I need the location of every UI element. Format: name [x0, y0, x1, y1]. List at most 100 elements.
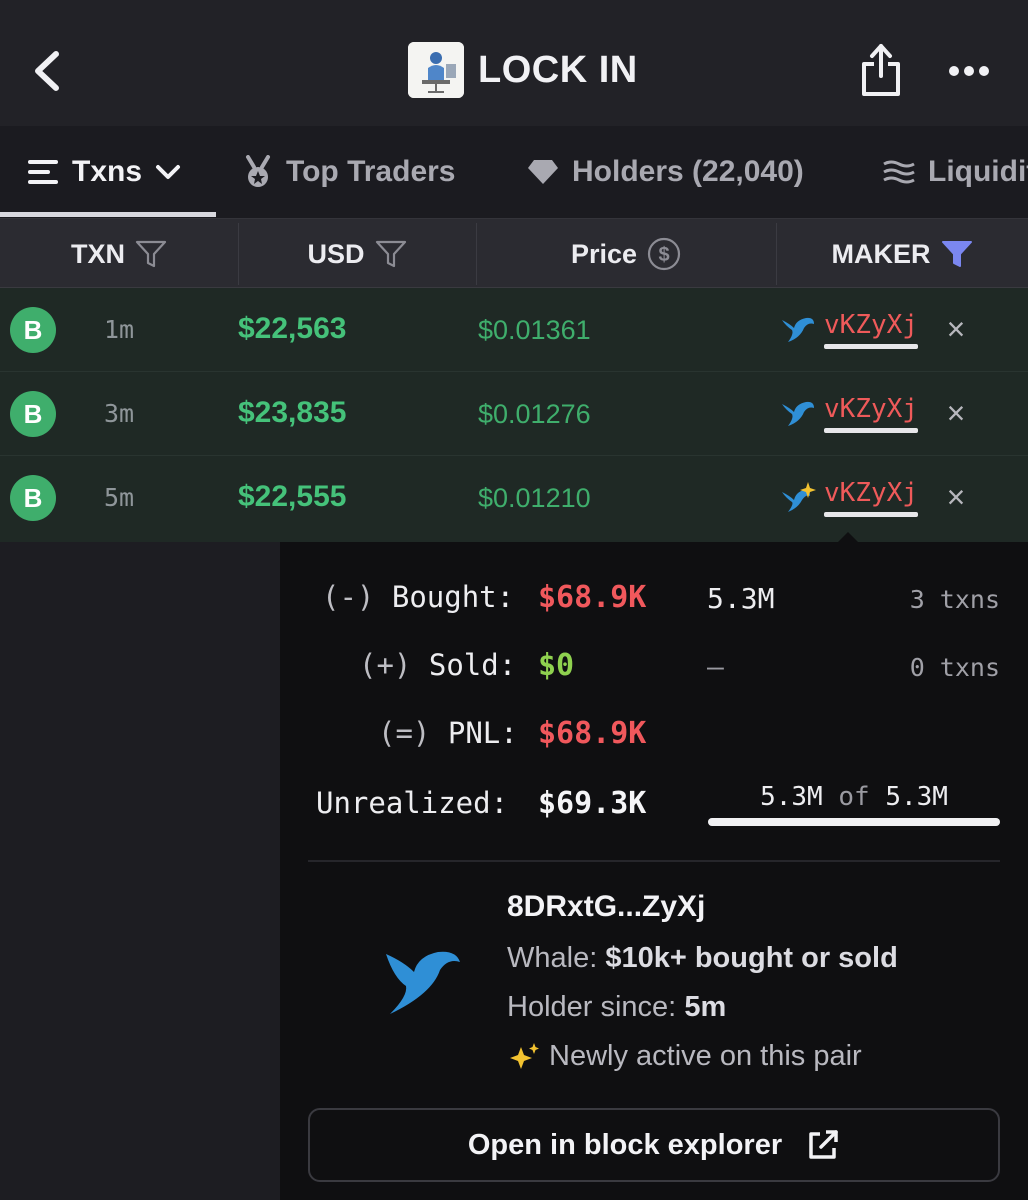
column-price-label: Price: [570, 238, 638, 269]
tab-bar: Txns Top Traders Holders (22,040) Liquid…: [0, 126, 1028, 218]
table-row[interactable]: B 1m $22,563 $0.01361 vKZyXj ×: [0, 288, 1028, 372]
column-price[interactable]: Price $: [476, 219, 776, 289]
table-row[interactable]: B 5m $22,555 $0.01210 vKZyXj ×: [0, 456, 1028, 540]
holding-progress-bar: [708, 818, 1000, 826]
sold-amount: –: [707, 650, 724, 683]
holder-since-info: Holder since: 5m: [507, 991, 726, 1024]
whale-label: Whale:: [507, 942, 598, 974]
txn-usd: $22,555: [238, 480, 347, 513]
buy-badge: B: [10, 307, 56, 353]
tab-holders-label: Holders (22,040): [572, 155, 804, 188]
pnl-usd: $68.9K: [538, 716, 647, 751]
newly-active-info: Newly active on this pair: [507, 1040, 862, 1073]
sold-label: (+) Sold:: [359, 648, 516, 682]
close-icon[interactable]: ×: [942, 397, 970, 429]
buy-badge: B: [10, 475, 56, 521]
table-header: TXN USD Price $ MAKER: [0, 218, 1028, 288]
maker-holding-bar: [824, 344, 918, 349]
bought-label-text: Bought:: [391, 580, 515, 614]
top-bar: LOCK IN: [0, 0, 1028, 126]
background-area: [0, 542, 280, 1200]
sold-usd: $0: [538, 648, 575, 683]
diamond-icon: [528, 160, 558, 184]
column-txn-label: TXN: [71, 238, 125, 269]
title-group: LOCK IN: [408, 42, 638, 98]
whale-sparkle-icon: [782, 482, 816, 512]
column-maker-label: MAKER: [831, 238, 931, 269]
bought-amount: 5.3M: [707, 582, 775, 615]
medal-icon: [246, 155, 270, 187]
active-tab-indicator: [0, 212, 216, 217]
sold-label-text: Sold:: [428, 648, 517, 682]
filter-icon[interactable]: [375, 239, 407, 269]
of-text: of: [838, 782, 870, 812]
column-txn[interactable]: TXN: [0, 219, 238, 289]
svg-text:$: $: [658, 244, 669, 266]
tab-liquidity-label: Liquidity: [928, 155, 1028, 188]
share-button[interactable]: [856, 40, 906, 100]
list-icon: [28, 160, 58, 184]
app-title: LOCK IN: [478, 48, 638, 91]
whale-icon: [782, 401, 814, 426]
whale-info: Whale: $10k+ bought or sold: [507, 942, 898, 975]
column-usd-label: USD: [307, 238, 365, 269]
buy-badge: B: [10, 391, 56, 437]
unrealized-usd: $69.3K: [538, 786, 647, 821]
txn-usd: $22,563: [238, 312, 347, 345]
sparkles-icon: [510, 1042, 539, 1069]
holding-progress-fill: [708, 818, 1000, 826]
holding-progress-text: 5.3M of 5.3M: [708, 782, 1000, 812]
table-row[interactable]: B 3m $23,835 $0.01276 vKZyXj ×: [0, 372, 1028, 456]
more-options-button[interactable]: [944, 56, 994, 86]
txn-age: 1m: [104, 315, 135, 344]
holder-since-label: Holder since:: [507, 991, 677, 1023]
share-icon: [862, 44, 900, 96]
explorer-button-label: Open in block explorer: [467, 1128, 783, 1161]
chevron-down-icon: [156, 165, 181, 179]
maker-link[interactable]: vKZyXj: [824, 310, 918, 340]
maker-popover: [280, 542, 1028, 1200]
column-usd[interactable]: USD: [238, 219, 476, 289]
held-amount: 5.3M: [760, 782, 823, 812]
total-amount: 5.3M: [885, 782, 948, 812]
holder-since-value: 5m: [684, 991, 727, 1023]
maker-link[interactable]: vKZyXj: [824, 394, 918, 424]
txn-age: 3m: [104, 399, 135, 428]
txn-age: 5m: [104, 483, 135, 512]
txn-price: $0.01210: [478, 483, 591, 513]
whale-icon: [782, 317, 814, 342]
close-icon[interactable]: ×: [942, 481, 970, 513]
filter-active-icon[interactable]: [941, 239, 973, 269]
external-link-icon: [809, 1130, 838, 1159]
tab-top-traders[interactable]: Top Traders: [242, 126, 455, 218]
close-icon[interactable]: ×: [942, 313, 970, 345]
txn-usd: $23,835: [238, 396, 347, 429]
bought-txns: 3 txns: [909, 585, 1000, 614]
chevron-left-icon: [35, 51, 59, 91]
maker-link[interactable]: vKZyXj: [824, 478, 918, 508]
open-block-explorer-button[interactable]: Open in block explorer: [308, 1108, 1000, 1182]
more-dots-icon: [949, 66, 989, 76]
txn-price: $0.01276: [478, 399, 591, 429]
column-maker[interactable]: MAKER: [776, 219, 1028, 289]
newly-active-text: Newly active on this pair: [549, 1040, 862, 1072]
waves-icon: [883, 160, 915, 184]
popover-divider: [308, 860, 1000, 862]
tab-holders[interactable]: Holders (22,040): [526, 126, 804, 218]
filter-icon[interactable]: [135, 239, 167, 269]
back-button[interactable]: [28, 46, 68, 96]
tab-liquidity[interactable]: Liquidity: [882, 126, 1028, 218]
bought-usd: $68.9K: [538, 580, 647, 615]
transactions-list: B 1m $22,563 $0.01361 vKZyXj × B 3m $23,…: [0, 288, 1028, 542]
dollar-circle-icon[interactable]: $: [647, 237, 681, 271]
pnl-prefix: (=): [378, 716, 431, 750]
tab-txns[interactable]: Txns: [28, 126, 182, 218]
pnl-label: (=) PNL:: [378, 716, 518, 750]
bought-label: (-) Bought:: [322, 580, 514, 614]
tab-top-traders-label: Top Traders: [286, 155, 456, 188]
txn-price: $0.01361: [478, 315, 591, 345]
maker-holding-bar: [824, 512, 918, 517]
token-logo: [408, 42, 464, 98]
whale-icon: [386, 951, 460, 1014]
wallet-address[interactable]: 8DRxtG...ZyXj: [507, 890, 705, 924]
